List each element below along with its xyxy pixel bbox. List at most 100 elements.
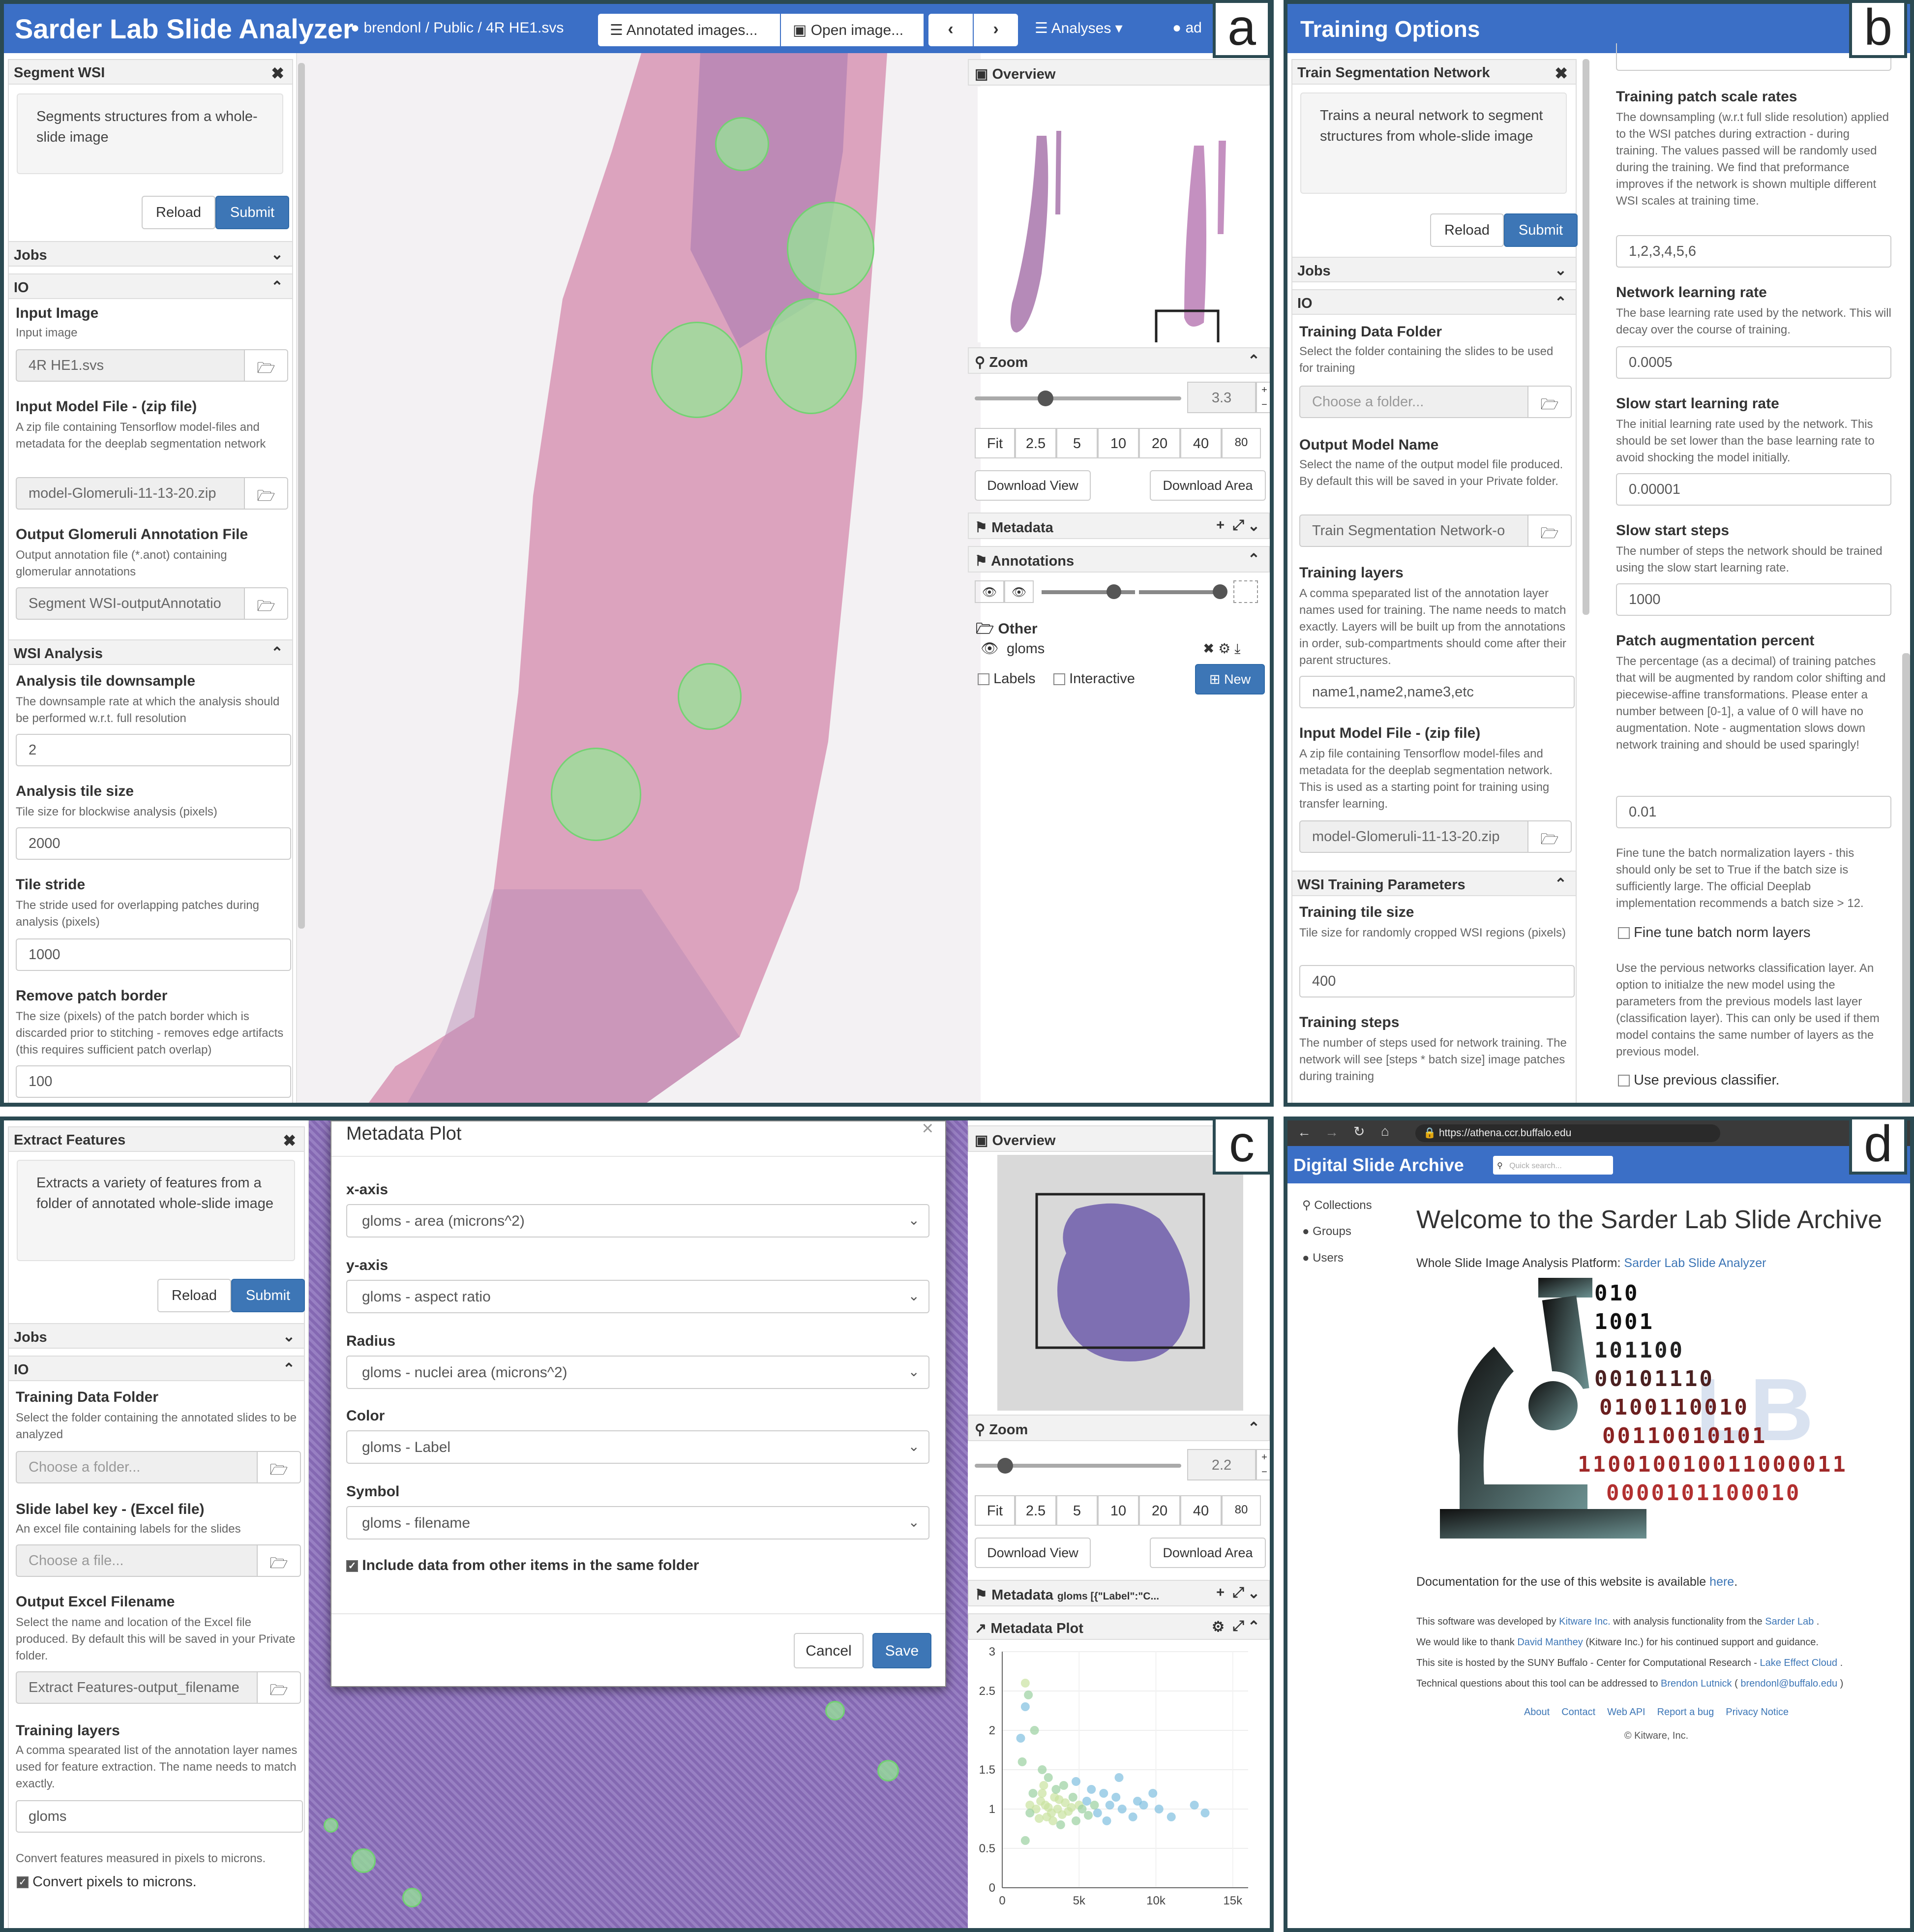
overview-thumbnail[interactable]	[978, 87, 1253, 369]
tile-stride-input[interactable]: 1000	[16, 938, 291, 971]
jobs-section[interactable]: Jobs ⌄	[9, 1323, 304, 1349]
folder-open-icon[interactable]: 🗁	[257, 1671, 301, 1704]
scatter-point[interactable]	[1044, 1773, 1053, 1782]
left-scrollbar[interactable]	[1583, 59, 1589, 615]
glomerulus-annotation[interactable]	[825, 1701, 845, 1721]
scatter-point[interactable]	[1028, 1789, 1038, 1798]
scatter-point[interactable]	[1020, 1702, 1030, 1711]
scatter-point[interactable]	[1072, 1816, 1080, 1825]
glomerulus-annotation[interactable]	[551, 748, 641, 841]
input-model-field[interactable]: model-Glomeruli-11-13-20.zip	[16, 477, 245, 510]
reload-button[interactable]: Reload	[1430, 213, 1504, 247]
glomerulus-annotation[interactable]	[787, 202, 874, 295]
nav-users[interactable]: ● Users	[1302, 1251, 1344, 1265]
close-icon[interactable]: ✖	[283, 1131, 296, 1150]
reload-button[interactable]: Reload	[157, 1279, 231, 1312]
patch-border-input[interactable]: 100	[16, 1065, 291, 1098]
overview-thumbnail[interactable]	[997, 1155, 1243, 1411]
folder-open-icon[interactable]: 🗁	[1527, 386, 1572, 418]
breadcrumb-file[interactable]: 4R HE1.svs	[486, 20, 564, 36]
metadata-header[interactable]: ⚑ Metadata + ⤢ ⌄	[968, 513, 1270, 539]
fill-opacity-slider-handle[interactable]	[1213, 584, 1227, 599]
learning-rate-input[interactable]: 0.0005	[1616, 346, 1891, 379]
zoom-button-2-5[interactable]: 2.5	[1015, 428, 1056, 458]
scatter-point[interactable]	[1105, 1801, 1114, 1810]
platform-link[interactable]: Sarder Lab Slide Analyzer	[1624, 1256, 1766, 1270]
checkbox-box[interactable]	[1618, 927, 1630, 939]
folder-open-icon[interactable]: 🗁	[1527, 514, 1572, 547]
scatter-point[interactable]	[1084, 1811, 1093, 1820]
reload-button[interactable]: Reload	[142, 196, 215, 229]
checkbox-box[interactable]	[978, 673, 989, 686]
slide-viewer[interactable]	[297, 53, 981, 1103]
eye-icon[interactable]: 👁	[981, 641, 999, 657]
folder-open-icon[interactable]: 🗁	[244, 587, 288, 620]
zoom-button-fit[interactable]: Fit	[975, 428, 1015, 458]
zoom-button-fit[interactable]: Fit	[975, 1495, 1015, 1526]
site-title[interactable]: Digital Slide Archive	[1293, 1155, 1464, 1176]
nav-groups[interactable]: ● Groups	[1302, 1225, 1351, 1238]
label-key-input[interactable]: Choose a file...	[16, 1544, 258, 1577]
credit-link[interactable]: Lake Effect Cloud	[1760, 1658, 1837, 1668]
credit-link[interactable]: brendonl@buffalo.edu	[1740, 1678, 1837, 1689]
zoom-button-5[interactable]: 5	[1056, 428, 1098, 458]
scatter-point[interactable]	[1102, 1816, 1111, 1825]
training-folder-input[interactable]: Choose a folder...	[1299, 386, 1528, 418]
submit-button[interactable]: Submit	[1504, 213, 1578, 247]
zoom-header[interactable]: ⚲ Zoom ⌃	[968, 1415, 1270, 1441]
zoom-stepper[interactable]: + −	[1256, 1449, 1270, 1480]
footer-link-report-a-bug[interactable]: Report a bug	[1657, 1707, 1714, 1718]
open-image-button[interactable]: ▣ Open image...	[781, 14, 924, 46]
include-checkbox[interactable]: ✓ Include data from other items in the s…	[346, 1557, 699, 1574]
footer-link-web-api[interactable]: Web API	[1607, 1707, 1645, 1718]
previous-classifier-checkbox[interactable]: Use previous classifier.	[1618, 1072, 1780, 1088]
check-icon[interactable]: ✓	[17, 1876, 29, 1889]
radius-select[interactable]: gloms - nuclei area (microns^2) ⌄	[346, 1356, 929, 1389]
breadcrumb-folder[interactable]: Public	[433, 20, 474, 36]
input-image-field[interactable]: 4R HE1.svs	[16, 349, 245, 382]
folder-open-icon[interactable]: 🗁	[244, 349, 288, 382]
jobs-section[interactable]: Jobs ⌄	[1292, 257, 1576, 282]
glomerulus-annotation[interactable]	[402, 1888, 422, 1907]
scatter-point[interactable]	[1166, 1812, 1176, 1821]
annotations-header[interactable]: ⚑ Annotations ⌃	[968, 546, 1270, 573]
convert-checkbox[interactable]: ✓ Convert pixels to microns.	[17, 1874, 197, 1890]
add-icon[interactable]: +	[1216, 517, 1225, 534]
home-icon[interactable]: ⌂	[1381, 1123, 1389, 1139]
scatter-point[interactable]	[1030, 1726, 1039, 1735]
zoom-slider-handle[interactable]	[1038, 391, 1053, 406]
checkbox-box[interactable]	[1053, 673, 1065, 686]
metadata-plot-header[interactable]: ↗ Metadata Plot ⚙ ⤢ ⌃	[968, 1613, 1270, 1640]
scatter-point[interactable]	[1025, 1809, 1035, 1817]
download-view-button[interactable]: Download View	[975, 470, 1091, 501]
overview-header[interactable]: ▣ Overview	[968, 59, 1270, 86]
nav-collections[interactable]: ⚲ Collections	[1302, 1198, 1372, 1212]
zoom-slider-track[interactable]	[975, 396, 1181, 400]
zoom-slider-handle[interactable]	[997, 1458, 1013, 1474]
output-annotation-field[interactable]: Segment WSI-outputAnnotatio	[16, 587, 245, 620]
zoom-value[interactable]: 3.3	[1187, 382, 1256, 413]
scatter-point[interactable]	[1054, 1795, 1064, 1804]
sidebar-scrollbar[interactable]	[298, 63, 305, 929]
scatter-point[interactable]	[1051, 1785, 1061, 1794]
glomerulus-annotation[interactable]	[324, 1818, 338, 1833]
labels-checkbox[interactable]: Labels	[978, 671, 1036, 687]
check-icon[interactable]: ✓	[346, 1560, 358, 1572]
app-title[interactable]: Sarder Lab Slide Analyzer	[15, 13, 354, 45]
scatter-point[interactable]	[1020, 1679, 1030, 1688]
scatter-point[interactable]	[1038, 1765, 1047, 1774]
scatter-point[interactable]	[1039, 1781, 1048, 1790]
cancel-button[interactable]: Cancel	[794, 1633, 864, 1668]
credit-link[interactable]: David Manthey	[1517, 1637, 1583, 1648]
glomerulus-annotation[interactable]	[351, 1848, 376, 1873]
folder-open-icon[interactable]: 🗁	[1527, 820, 1572, 853]
scatter-point[interactable]	[1093, 1809, 1102, 1817]
zoom-button-2-5[interactable]: 2.5	[1015, 1495, 1056, 1526]
scatter-point[interactable]	[1024, 1690, 1033, 1699]
glomerulus-annotation[interactable]	[877, 1760, 899, 1781]
download-icon[interactable]: ⤓	[1234, 641, 1240, 656]
close-icon[interactable]: ✖	[1555, 64, 1568, 83]
scatter-point[interactable]	[1200, 1809, 1210, 1817]
doc-link[interactable]: here	[1709, 1575, 1734, 1589]
zoom-button-80[interactable]: 80	[1222, 1495, 1261, 1526]
